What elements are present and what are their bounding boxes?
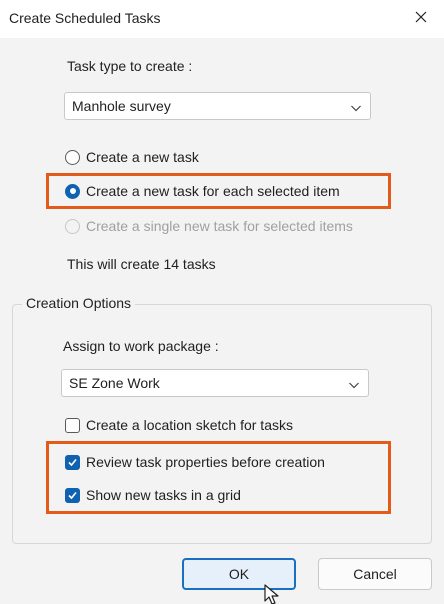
radio-button[interactable] xyxy=(65,183,80,199)
checkbox-label: Create a location sketch for tasks xyxy=(86,417,293,433)
ok-button[interactable]: OK xyxy=(182,558,296,590)
checkbox[interactable] xyxy=(65,454,80,470)
radio-label: Create a new task for each selected item xyxy=(86,183,340,199)
task-type-dropdown[interactable]: Manhole survey xyxy=(64,92,371,120)
cancel-button[interactable]: Cancel xyxy=(318,558,432,590)
checkmark-icon xyxy=(68,491,77,499)
work-package-value: SE Zone Work xyxy=(69,375,160,391)
checkbox-label: Show new tasks in a grid xyxy=(86,487,241,503)
dialog-title: Create Scheduled Tasks xyxy=(9,10,161,26)
radio-create-new-task[interactable]: Create a new task xyxy=(65,146,199,168)
task-count-summary: This will create 14 tasks xyxy=(67,256,216,272)
checkbox-show-grid[interactable]: Show new tasks in a grid xyxy=(65,484,241,506)
create-scheduled-tasks-dialog: Create Scheduled Tasks Task type to crea… xyxy=(0,0,444,604)
work-package-dropdown[interactable]: SE Zone Work xyxy=(61,369,369,397)
checkbox-label: Review task properties before creation xyxy=(86,454,325,470)
checkbox[interactable] xyxy=(65,487,80,503)
chevron-down-icon xyxy=(348,378,360,390)
radio-create-single-task: Create a single new task for selected it… xyxy=(65,215,353,237)
close-icon xyxy=(415,10,427,28)
radio-button xyxy=(65,218,80,234)
dialog-body: Task type to create : Manhole survey Cre… xyxy=(0,38,444,604)
checkbox-review-properties[interactable]: Review task properties before creation xyxy=(65,451,325,473)
task-type-value: Manhole survey xyxy=(72,98,171,114)
radio-create-task-each-item[interactable]: Create a new task for each selected item xyxy=(65,180,340,202)
radio-button[interactable] xyxy=(65,149,80,165)
work-package-label: Assign to work package : xyxy=(63,338,219,354)
creation-options-legend: Creation Options xyxy=(22,295,136,311)
radio-label: Create a single new task for selected it… xyxy=(86,218,353,234)
close-button[interactable] xyxy=(410,8,432,30)
chevron-down-icon xyxy=(350,101,362,113)
task-type-label: Task type to create : xyxy=(67,58,193,74)
radio-label: Create a new task xyxy=(86,149,199,165)
checkbox[interactable] xyxy=(65,417,80,433)
title-bar: Create Scheduled Tasks xyxy=(0,0,444,38)
checkmark-icon xyxy=(68,458,77,466)
checkbox-location-sketch[interactable]: Create a location sketch for tasks xyxy=(65,414,293,436)
